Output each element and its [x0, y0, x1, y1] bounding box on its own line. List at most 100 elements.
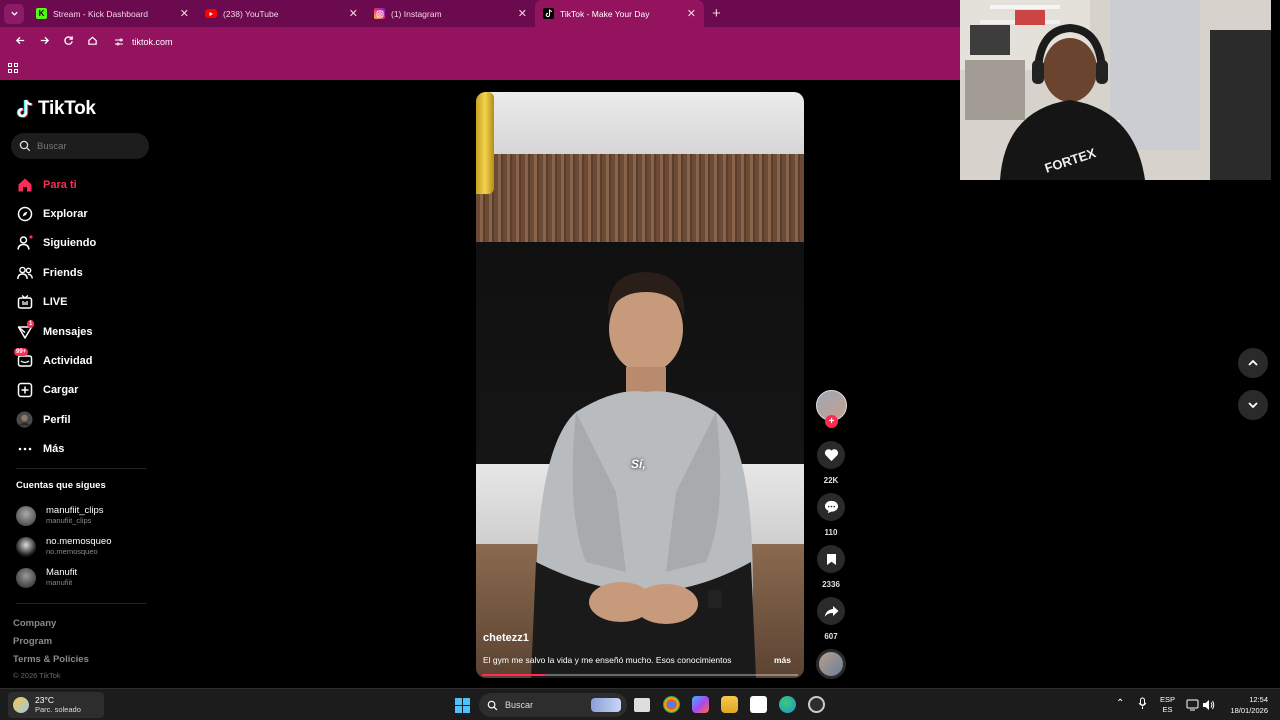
avatar [16, 536, 36, 557]
search-icon [19, 140, 31, 152]
search-icon [487, 700, 498, 710]
next-video-button[interactable] [1238, 390, 1268, 420]
weather-temperature: 23°C [35, 695, 54, 705]
clock-time: 12:54 [1249, 695, 1268, 704]
kick-icon: K [36, 8, 47, 19]
following-account[interactable]: no.memosqueo no.memosqueo [16, 531, 156, 562]
terms-link[interactable]: Terms & Policies [13, 651, 89, 669]
following-account[interactable]: manufiit_clips manufiit_clips [16, 500, 156, 531]
previous-video-button[interactable] [1238, 348, 1268, 378]
forward-arrow-icon[interactable] [32, 35, 56, 49]
microphone-icon[interactable] [1138, 697, 1147, 715]
tiktok-logo[interactable]: TikTok [16, 98, 96, 120]
following-account[interactable]: Manufit manufiit [16, 562, 156, 593]
video-subtitle: Sí, [631, 457, 646, 471]
bookmarks-bar [0, 56, 960, 80]
comment-button[interactable] [817, 493, 845, 521]
video-person [531, 272, 756, 678]
url-text[interactable]: tiktok.com [132, 37, 173, 47]
comment-count: 110 [824, 528, 838, 537]
apps-grid-icon[interactable] [8, 63, 18, 73]
more-button[interactable]: más [774, 655, 791, 665]
notification-badge: 99+ [14, 348, 29, 357]
sidebar-item-actividad[interactable]: 99+ Actividad [0, 346, 160, 375]
network-icon[interactable] [1186, 698, 1199, 716]
site-settings-icon[interactable] [114, 37, 124, 47]
sidebar-item-siguiendo[interactable]: Siguiendo [0, 229, 160, 258]
divider [16, 468, 146, 469]
close-tab-icon[interactable]: ✕ [180, 7, 189, 20]
browser-tab-instagram[interactable]: (1) Instagram ✕ [366, 0, 535, 27]
home-icon[interactable] [80, 35, 104, 49]
sidebar-item-para-ti[interactable]: Para ti [0, 170, 160, 199]
chrome-icon[interactable] [663, 696, 680, 713]
volume-icon[interactable] [1202, 698, 1215, 716]
video-player[interactable]: Sí, chetezz1 El gym me salvo la vida y m… [476, 92, 804, 678]
sidebar-item-cargar[interactable]: Cargar [0, 376, 160, 405]
address-bar[interactable]: tiktok.com [114, 37, 173, 47]
chevron-down-icon [10, 11, 18, 16]
bookmark-icon [826, 553, 836, 565]
browser-tab-tiktok[interactable]: TikTok - Make Your Day ✕ [535, 0, 704, 27]
company-link[interactable]: Company [13, 615, 89, 633]
taskbar-search-label: Buscar [505, 700, 534, 710]
sidebar-item-friends[interactable]: Friends [0, 258, 160, 287]
logo-text: TikTok [38, 98, 96, 119]
video-username[interactable]: chetezz1 [483, 632, 529, 644]
sidebar-item-live[interactable]: LIVE [0, 288, 160, 317]
copilot-icon[interactable] [692, 696, 709, 713]
screen: K Stream - Kick Dashboard ✕ (238) YouTub… [0, 0, 1280, 720]
save-button[interactable] [817, 545, 845, 573]
instagram-icon [374, 8, 385, 19]
store-icon[interactable] [750, 696, 767, 713]
close-tab-icon[interactable]: ✕ [687, 7, 696, 20]
account-name: Manufit [46, 567, 78, 578]
sidebar-item-perfil[interactable]: Perfil [0, 405, 160, 434]
new-tab-icon[interactable]: + [712, 5, 721, 22]
close-tab-icon[interactable]: ✕ [349, 7, 358, 20]
follow-plus-icon[interactable]: + [825, 415, 838, 428]
chevron-down-icon [1248, 402, 1258, 409]
sidebar-item-label: Cargar [43, 384, 79, 397]
sidebar-item-mensajes[interactable]: 1 Mensajes [0, 317, 160, 346]
account-handle: manufiit [46, 578, 73, 587]
sidebar-item-label: Explorar [43, 208, 88, 221]
search-input[interactable]: Buscar [11, 133, 149, 159]
sidebar-nav: Para ti Explorar Siguiendo Friends LIVE … [0, 170, 160, 464]
avatar [16, 505, 36, 526]
tab-search-button[interactable] [4, 3, 24, 24]
file-explorer-icon[interactable] [721, 696, 738, 713]
following-list: manufiit_clips manufiit_clips no.memosqu… [16, 500, 156, 593]
weather-icon [13, 697, 29, 713]
weather-widget[interactable]: 23°C Parc. soleado [8, 692, 104, 718]
sidebar-item-label: Más [43, 443, 65, 456]
following-icon [16, 235, 33, 252]
chevron-up-icon[interactable]: ⌃ [1116, 698, 1124, 709]
reload-icon[interactable] [56, 35, 80, 49]
live-icon [16, 294, 33, 311]
program-link[interactable]: Program [13, 633, 89, 651]
browser-toolbar: tiktok.com [0, 27, 960, 56]
avatar [16, 567, 36, 588]
task-view-icon[interactable] [634, 698, 650, 712]
edge-icon[interactable] [779, 696, 796, 713]
like-button[interactable] [817, 441, 845, 469]
browser-tab-youtube[interactable]: (238) YouTube ✕ [197, 0, 366, 27]
video-progress-fill [482, 674, 546, 676]
profile-avatar [16, 411, 33, 428]
youtube-icon [205, 9, 217, 18]
browser-tab-kick[interactable]: K Stream - Kick Dashboard ✕ [28, 0, 197, 27]
back-arrow-icon[interactable] [8, 35, 32, 49]
close-tab-icon[interactable]: ✕ [518, 7, 527, 20]
save-count: 2336 [822, 580, 840, 589]
video-progress-bar[interactable] [482, 674, 798, 676]
sidebar-item-mas[interactable]: Más [0, 435, 160, 464]
windows-start-icon[interactable] [455, 698, 470, 713]
share-button[interactable] [817, 597, 845, 625]
taskbar-search[interactable]: Buscar [479, 693, 627, 717]
music-disc-avatar[interactable] [816, 649, 846, 679]
language-indicator[interactable]: ESP ES [1160, 695, 1175, 715]
sidebar-item-explorar[interactable]: Explorar [0, 199, 160, 228]
obs-icon[interactable] [808, 696, 825, 713]
system-clock[interactable]: 12:54 18/01/2026 [1224, 694, 1268, 716]
